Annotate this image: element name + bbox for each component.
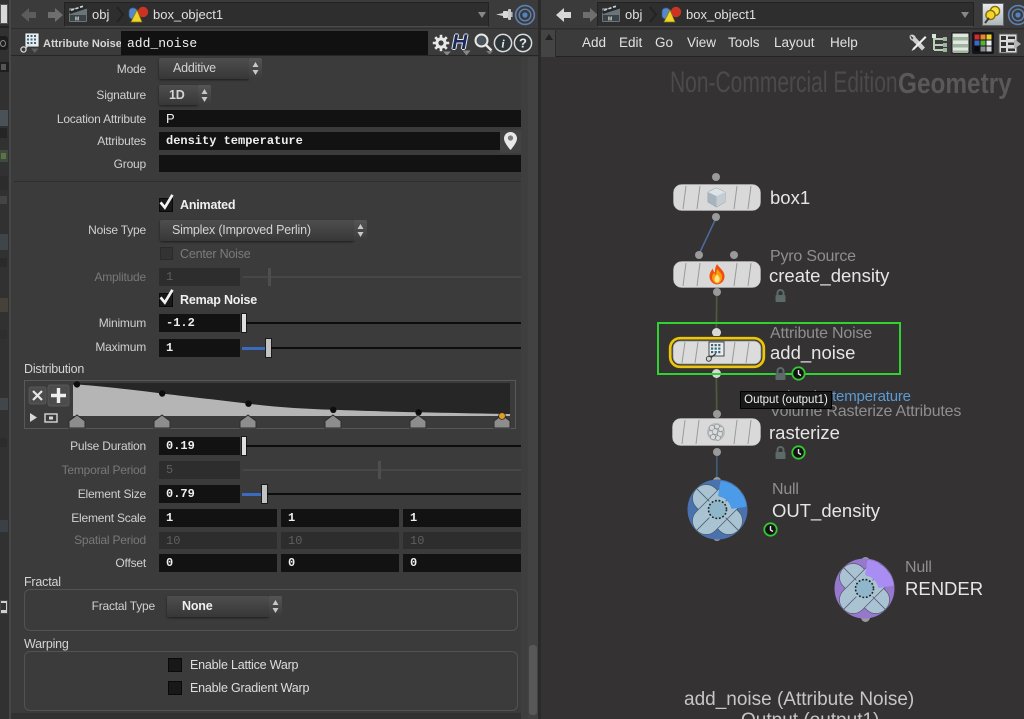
svg-text:M: M [75,17,79,23]
svg-text:M: M [608,17,612,23]
svg-text:?: ? [519,36,527,51]
